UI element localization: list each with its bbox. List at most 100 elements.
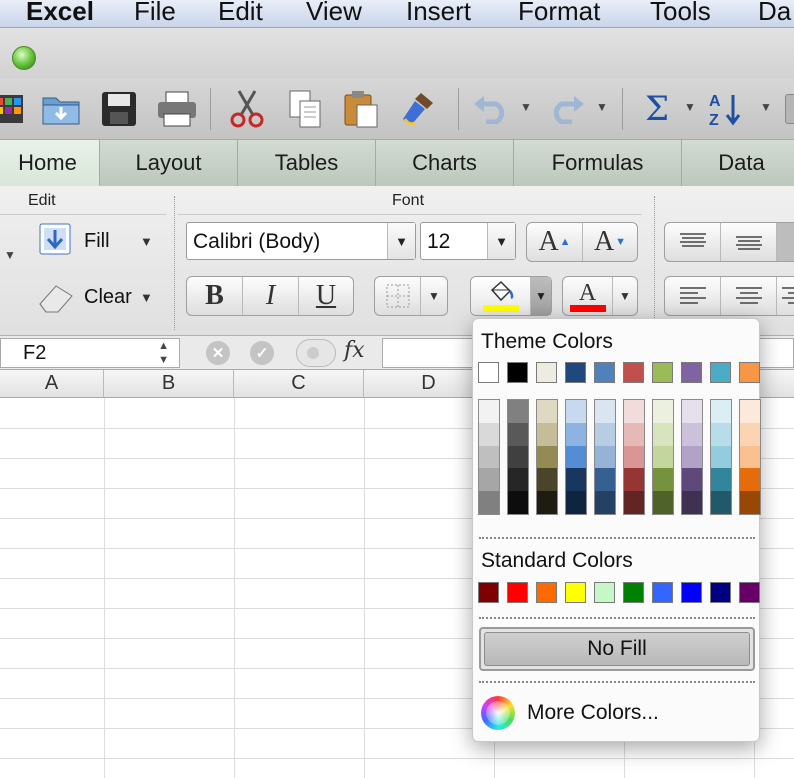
font-name-combo[interactable]: Calibri (Body) ▼ [186,222,416,260]
theme-shade-swatch[interactable] [682,400,702,423]
font-size-combo[interactable]: 12 ▼ [420,222,516,260]
theme-shade-swatch[interactable] [566,445,586,469]
theme-color-swatch[interactable] [594,362,615,383]
column-header-a[interactable]: A [0,370,104,398]
theme-shade-swatch[interactable] [711,422,731,446]
theme-shade-swatch[interactable] [682,445,702,469]
menu-edit[interactable]: Edit [218,0,263,27]
theme-shade-swatch[interactable] [711,400,731,423]
sort-az-icon[interactable]: AZ [702,86,748,132]
theme-shade-swatch[interactable] [508,491,528,514]
edit-overflow-arrow[interactable]: ▼ [4,248,16,262]
menu-insert[interactable]: Insert [406,0,471,27]
toolbar-overflow-icon[interactable] [782,86,794,132]
theme-shade-swatch[interactable] [653,400,673,423]
gallery-icon[interactable] [0,86,32,132]
insert-function-button[interactable]: fx [344,338,365,363]
column-header-g[interactable] [754,370,794,398]
theme-shade-swatch[interactable] [624,491,644,514]
menu-format[interactable]: Format [518,0,600,27]
menu-data[interactable]: Da [758,0,791,27]
theme-shade-swatch[interactable] [537,468,557,492]
fill-down-icon[interactable] [38,222,72,261]
confirm-entry-icon[interactable]: ✓ [250,341,274,365]
underline-button[interactable]: U [299,277,353,315]
theme-color-swatch[interactable] [623,362,644,383]
theme-color-swatch[interactable] [681,362,702,383]
theme-shade-swatch[interactable] [711,445,731,469]
clear-dropdown-arrow[interactable]: ▼ [140,290,153,305]
tab-formulas[interactable]: Formulas [514,140,682,186]
autosum-icon[interactable]: Σ [634,86,680,132]
font-color-dropdown-arrow[interactable]: ▼ [613,277,637,315]
theme-shade-swatch[interactable] [508,422,528,446]
align-middle-button[interactable] [721,223,777,261]
eraser-icon[interactable] [36,280,76,319]
menu-view[interactable]: View [306,0,362,27]
chevron-down-icon[interactable]: ▼ [487,223,515,259]
redo-icon[interactable] [544,86,590,132]
column-header-c[interactable]: C [234,370,364,398]
align-center-button[interactable] [721,277,777,315]
tab-charts[interactable]: Charts [376,140,514,186]
theme-shade-swatch[interactable] [508,468,528,492]
align-top-button[interactable] [665,223,721,261]
standard-color-swatch[interactable] [507,582,528,603]
menu-app-excel[interactable]: Excel [26,0,94,27]
print-icon[interactable] [154,86,200,132]
tab-tables[interactable]: Tables [238,140,376,186]
align-left-button[interactable] [665,277,721,315]
theme-color-swatch[interactable] [536,362,557,383]
standard-color-swatch[interactable] [478,582,499,603]
theme-color-swatch[interactable] [507,362,528,383]
theme-shade-swatch[interactable] [711,468,731,492]
cut-icon[interactable] [224,86,270,132]
theme-shade-swatch[interactable] [740,445,760,469]
no-fill-button[interactable]: No Fill [479,627,755,671]
theme-shade-swatch[interactable] [479,400,499,423]
theme-shade-swatch[interactable] [740,468,760,492]
theme-shade-swatch[interactable] [537,491,557,514]
font-color-button[interactable]: A [563,277,613,315]
theme-shade-swatch[interactable] [740,400,760,423]
column-header-b[interactable]: B [104,370,234,398]
theme-color-swatch[interactable] [478,362,499,383]
theme-shade-swatch[interactable] [653,468,673,492]
name-box[interactable]: F2 ▲ ▼ [0,338,180,368]
name-box-stepper-icon[interactable]: ▲ ▼ [158,339,169,367]
more-colors-button[interactable]: More Colors... [481,693,757,733]
chevron-down-icon[interactable]: ▼ [387,223,415,259]
bold-button[interactable]: B [187,277,243,315]
clear-label[interactable]: Clear [84,286,132,309]
theme-shade-swatch[interactable] [682,422,702,446]
standard-color-swatch[interactable] [710,582,731,603]
italic-button[interactable]: I [243,277,299,315]
theme-shade-swatch[interactable] [479,468,499,492]
theme-shade-swatch[interactable] [682,468,702,492]
theme-shade-swatch[interactable] [624,445,644,469]
fill-dropdown-arrow[interactable]: ▼ [140,234,153,249]
theme-shade-swatch[interactable] [595,468,615,492]
theme-shade-swatch[interactable] [624,422,644,446]
theme-shade-swatch[interactable] [653,422,673,446]
format-painter-icon[interactable] [396,86,442,132]
theme-shade-swatch[interactable] [566,422,586,446]
theme-shade-swatch[interactable] [682,491,702,514]
standard-color-swatch[interactable] [536,582,557,603]
tab-home[interactable]: Home [0,140,100,186]
theme-shade-swatch[interactable] [479,491,499,514]
zoom-window-button[interactable] [12,46,36,70]
fill-label[interactable]: Fill [84,230,110,253]
fill-color-button[interactable] [471,277,531,315]
theme-shade-swatch[interactable] [595,422,615,446]
undo-icon[interactable] [468,86,514,132]
theme-shade-swatch[interactable] [624,400,644,423]
theme-shade-swatch[interactable] [566,400,586,423]
theme-shade-swatch[interactable] [537,445,557,469]
standard-color-swatch[interactable] [565,582,586,603]
theme-shade-swatch[interactable] [566,491,586,514]
open-folder-icon[interactable] [38,86,84,132]
save-icon[interactable] [96,86,142,132]
theme-color-swatch[interactable] [652,362,673,383]
standard-color-swatch[interactable] [623,582,644,603]
